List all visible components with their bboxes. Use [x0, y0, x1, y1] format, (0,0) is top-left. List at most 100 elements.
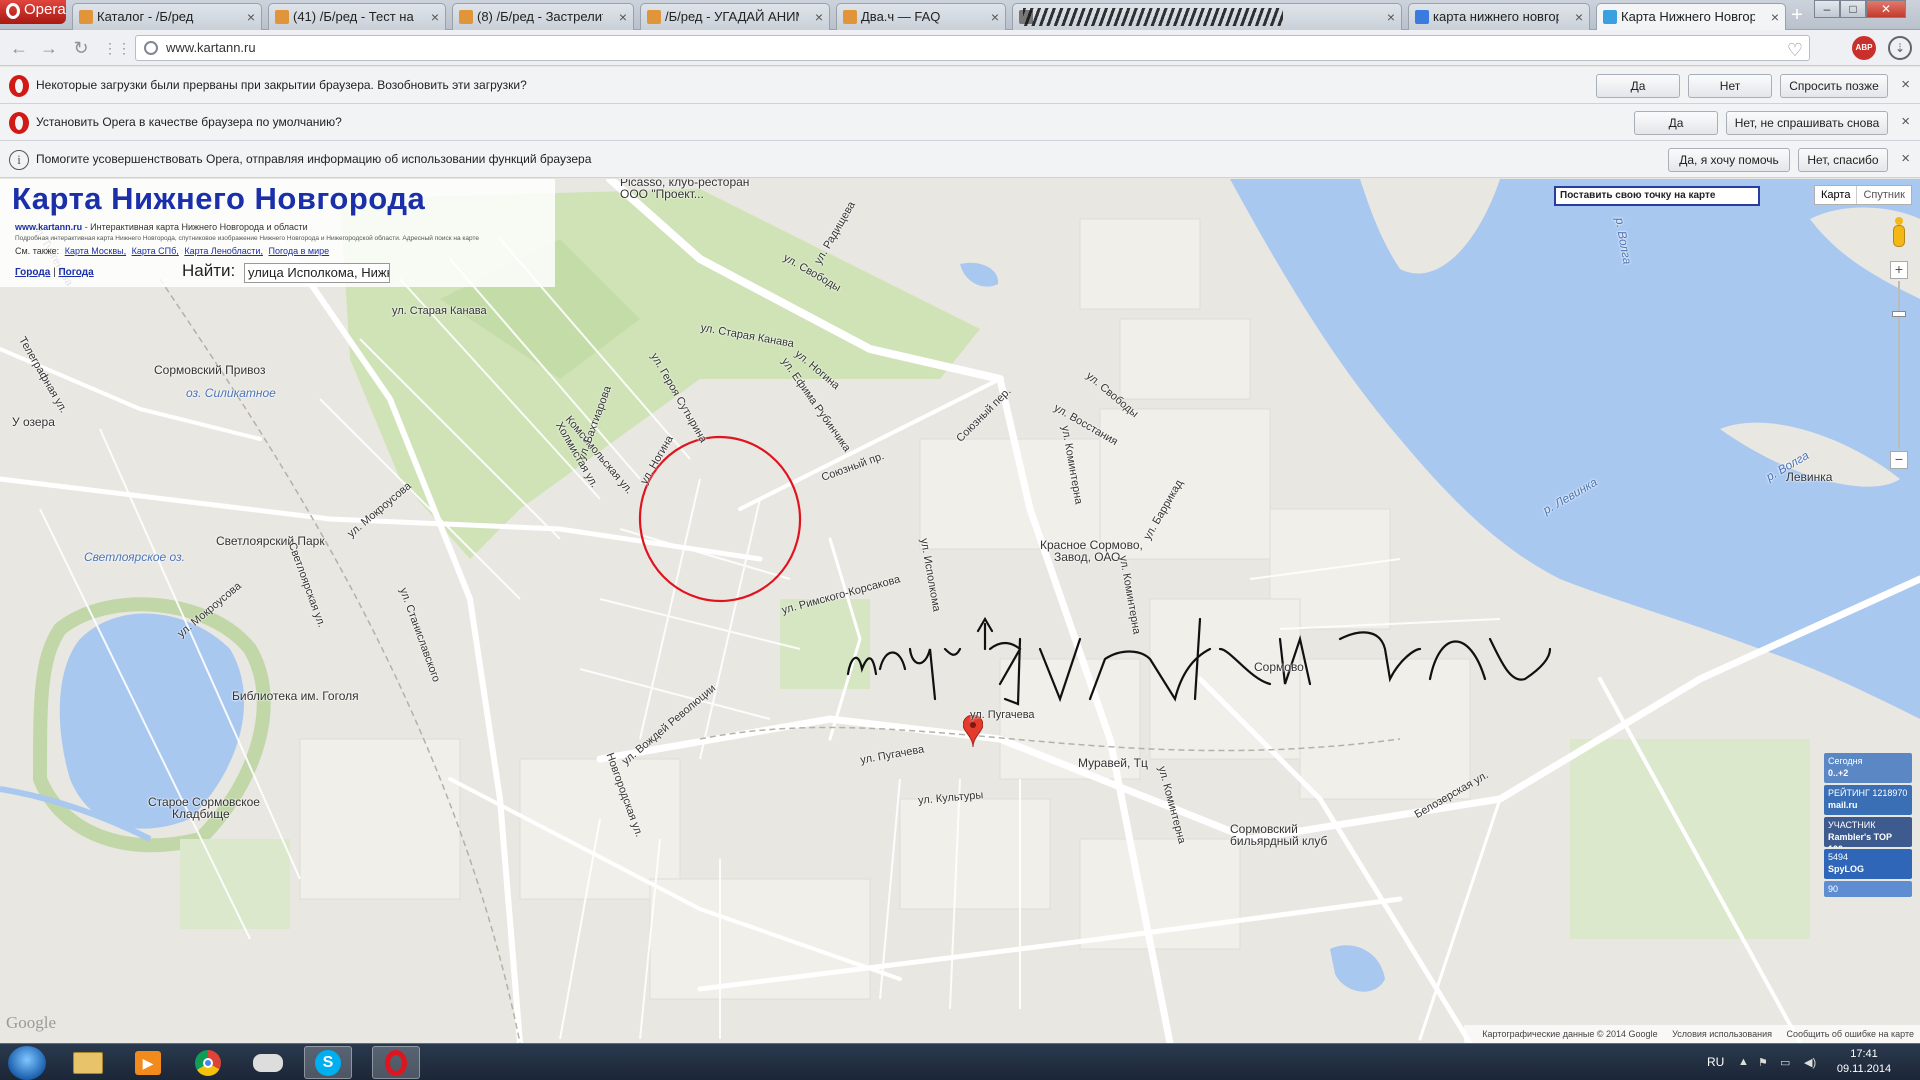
tab-close-icon[interactable]: × [1387, 4, 1395, 30]
search-input[interactable]: улица Исполкома, Нижний [244, 263, 390, 283]
terms-link[interactable]: Условия использования [1672, 1029, 1772, 1039]
maximize-button[interactable]: □ [1840, 0, 1866, 18]
infobar-yes-button[interactable]: Да [1596, 74, 1680, 98]
tab-6[interactable]: карта нижнего новгород × [1408, 3, 1590, 30]
street-label: ул. Пугачева [970, 709, 1035, 721]
explorer-icon[interactable] [64, 1046, 112, 1079]
network-icon[interactable]: ▭ [1780, 1056, 1790, 1069]
speed-dial-button[interactable]: ⋮⋮ [103, 38, 131, 60]
site-info-icon[interactable] [144, 41, 158, 55]
download-icon[interactable]: ⇣ [1888, 36, 1912, 60]
opera-taskbar-icon[interactable] [372, 1046, 420, 1079]
site-tagline: - Интерактивная карта Нижнего Новгорода … [82, 222, 308, 232]
link-world-weather[interactable]: Погода в мире [268, 246, 329, 256]
tab-7[interactable]: Карта Нижнего Новгоро × [1596, 3, 1786, 30]
counter-line2: SpyLOG [1828, 864, 1865, 874]
infobar-later-button[interactable]: Спросить позже [1780, 74, 1888, 98]
back-button[interactable]: ← [8, 38, 30, 60]
reload-button[interactable]: ↻ [70, 38, 92, 60]
zoom-slider-handle[interactable] [1892, 311, 1906, 317]
counter-badge[interactable]: УЧАСТНИК Rambler's TOP 100 [1824, 817, 1912, 847]
tab-close-icon[interactable]: × [431, 4, 439, 30]
opera-icon [6, 3, 20, 19]
tab-label: (8) /Б/ред - Застрелиться [477, 9, 603, 24]
tab-3[interactable]: /Б/ред - УГАДАЙ АНИМ × [640, 3, 830, 30]
site-domain[interactable]: www.kartann.ru [15, 222, 82, 232]
infobar-yes-button[interactable]: Да [1634, 111, 1718, 135]
tab-label: карта нижнего новгород [1433, 9, 1559, 24]
zoom-track[interactable] [1898, 281, 1900, 449]
adblock-icon[interactable]: ABP [1852, 36, 1876, 60]
counter-badge[interactable]: РЕЙТИНГ 1218970 mail.ru [1824, 785, 1912, 815]
link-weather[interactable]: Погода [58, 267, 93, 278]
link-spb-map[interactable]: Карта СПб, [132, 246, 179, 256]
counter-line2: Rambler's TOP 100 [1828, 832, 1892, 847]
tab-close-icon[interactable]: × [1771, 4, 1779, 30]
tab-label: Два.ч — FAQ [861, 9, 941, 24]
tab-close-icon[interactable]: × [815, 4, 823, 30]
game-controller-icon[interactable] [244, 1046, 292, 1079]
taskbar: ▶ S RU ▲ ⚑ ▭ ◀) 17:41 09.11.2014 [0, 1043, 1920, 1080]
tray-expand-icon[interactable]: ▲ [1738, 1056, 1749, 1068]
pegman-icon[interactable] [1892, 217, 1906, 249]
link-moscow-map[interactable]: Карта Москвы, [65, 246, 126, 256]
start-button[interactable] [8, 1046, 46, 1080]
close-window-button[interactable]: ✕ [1866, 0, 1906, 18]
site-nav: Города | Погода [15, 267, 94, 278]
map-canvas[interactable]: Picasso, клуб-ресторан ООО "Проект... Сорм… [0, 179, 1920, 1043]
see-also: См. также: Карта Москвы, Карта СПб, Карт… [15, 246, 329, 256]
skype-icon[interactable]: S [304, 1046, 352, 1079]
new-tab-button[interactable]: + [1786, 5, 1808, 27]
chrome-icon[interactable] [184, 1046, 232, 1079]
tab-strip: Opera Каталог - /Б/ред × (41) /Б/ред - Тес… [0, 0, 1920, 30]
tab-close-icon[interactable]: × [619, 4, 627, 30]
close-icon[interactable]: × [1901, 141, 1910, 177]
screen: { "browser": { "menu_label": "Opera", "t… [0, 0, 1920, 1080]
infobar-never-button[interactable]: Нет, не спрашивать снова [1726, 111, 1888, 135]
flag-icon[interactable]: ⚑ [1758, 1056, 1768, 1069]
tab-close-icon[interactable]: × [1575, 4, 1583, 30]
media-player-icon[interactable]: ▶ [124, 1046, 172, 1079]
infobar-help-button[interactable]: Да, я хочу помочь [1668, 148, 1790, 172]
map-type-map-button[interactable]: Карта [1815, 186, 1858, 204]
tab-label: Каталог - /Б/ред [97, 9, 194, 24]
report-error-link[interactable]: Сообщить об ошибке на карте [1787, 1029, 1914, 1039]
tab-label: (41) /Б/ред - Тест на аути [293, 9, 415, 24]
tab-5[interactable]: × [1012, 3, 1402, 30]
zoom-in-button[interactable]: + [1890, 261, 1908, 279]
minimize-button[interactable]: – [1814, 0, 1840, 18]
heart-icon[interactable]: ♡ [1787, 38, 1803, 62]
tab-4[interactable]: Два.ч — FAQ × [836, 3, 1006, 30]
counter-badge[interactable]: 90 [1824, 881, 1912, 897]
close-icon[interactable]: × [1901, 67, 1910, 103]
link-cities[interactable]: Города [15, 267, 50, 278]
infobar-no-button[interactable]: Нет [1688, 74, 1772, 98]
infobar-usage-stats: i Помогите усовершенствовать Opera, отпр… [0, 141, 1920, 178]
zoom-out-button[interactable]: − [1890, 451, 1908, 469]
opera-menu-button[interactable]: Opera [0, 0, 66, 24]
counter-badge[interactable]: 5494 SpyLOG [1824, 849, 1912, 879]
opera-icon [9, 112, 29, 134]
map-type-satellite-button[interactable]: Спутник [1857, 186, 1910, 204]
forward-button[interactable]: → [38, 38, 60, 60]
poi-label: бильярдный клуб [1230, 834, 1328, 848]
search-label: Найти: [182, 261, 236, 280]
place-point-button[interactable]: Поставить свою точку на карте [1554, 186, 1760, 206]
volume-icon[interactable]: ◀) [1804, 1056, 1816, 1069]
link-lenoblast-map[interactable]: Карта Ленобласти, [184, 246, 263, 256]
poi-label: Сормово [1254, 660, 1304, 674]
counter-badge[interactable]: Сегодня 0..+2 [1824, 753, 1912, 783]
poi-label: Сормовский Привоз [154, 363, 266, 377]
tab-close-icon[interactable]: × [991, 4, 999, 30]
language-indicator[interactable]: RU [1707, 1055, 1724, 1069]
tab-2[interactable]: (8) /Б/ред - Застрелиться × [452, 3, 634, 30]
scribble-redaction [1023, 8, 1283, 26]
tab-0[interactable]: Каталог - /Б/ред × [72, 3, 262, 30]
clock[interactable]: 17:41 09.11.2014 [1836, 1047, 1892, 1077]
clock-time: 17:41 [1850, 1048, 1878, 1060]
infobar-no-thanks-button[interactable]: Нет, спасибо [1798, 148, 1888, 172]
address-bar[interactable]: www.kartann.ru ♡ [135, 35, 1810, 61]
tab-1[interactable]: (41) /Б/ред - Тест на аути × [268, 3, 446, 30]
close-icon[interactable]: × [1901, 104, 1910, 140]
tab-close-icon[interactable]: × [247, 4, 255, 30]
